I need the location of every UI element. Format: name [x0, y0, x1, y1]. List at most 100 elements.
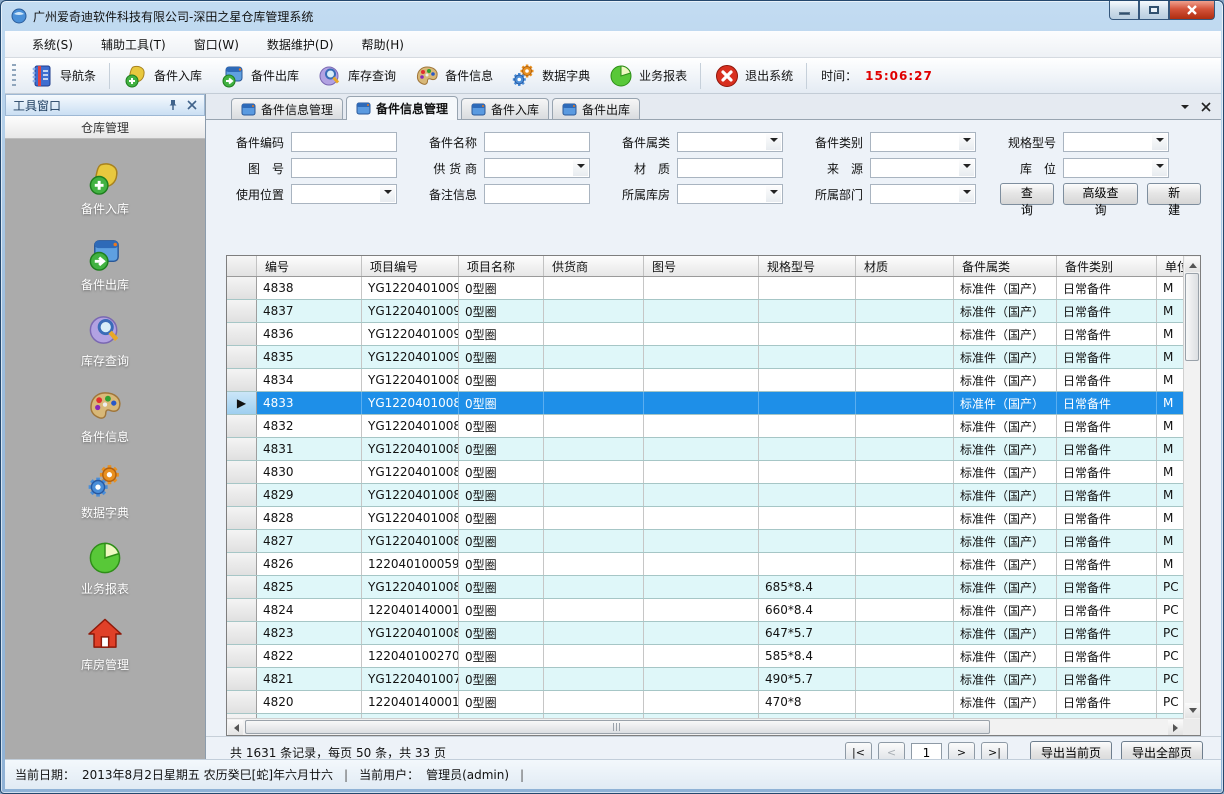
pin-icon[interactable] [167, 99, 179, 111]
toolbar-report-button[interactable]: 业务报表 [599, 60, 696, 92]
scroll-right-icon[interactable] [1168, 720, 1183, 735]
sidebar-item-warehouse-mgmt[interactable]: 库房管理 [15, 613, 195, 675]
use-position-select[interactable] [291, 184, 397, 204]
scroll-up-icon[interactable] [1185, 257, 1200, 272]
toolbar-data-dict-button[interactable]: 数据字典 [502, 60, 599, 92]
scroll-down-icon[interactable] [1185, 703, 1200, 718]
vertical-scrollbar[interactable] [1183, 256, 1200, 719]
maximize-button[interactable] [1139, 1, 1169, 20]
remark-input[interactable] [484, 184, 590, 204]
vertical-scrollbar-thumb[interactable] [1185, 273, 1199, 361]
chevron-down-icon [766, 186, 781, 202]
toolbar-stock-query-button[interactable]: 库存查询 [308, 60, 405, 92]
column-header[interactable]: 供货商 [544, 256, 644, 276]
table-row[interactable]: 4825YG122040100810型圈685*8.4标准件（国产）日常备件PC [227, 576, 1184, 599]
table-cell: 0型圈 [459, 415, 544, 437]
spare-type-select[interactable] [870, 132, 976, 152]
material-input[interactable] [677, 158, 783, 178]
tool-window-title: 工具窗口 [13, 97, 159, 114]
row-indicator [227, 323, 257, 345]
query-button[interactable]: 查询 [1000, 183, 1054, 205]
sidebar-item-spare-info[interactable]: 备件信息 [15, 385, 195, 447]
tab-dropdown-icon[interactable] [1181, 105, 1189, 113]
tab-spare-in[interactable]: 备件入库 [461, 98, 549, 119]
table-cell: 470*8 [759, 691, 856, 713]
minimize-button[interactable] [1109, 1, 1139, 20]
advanced-query-button[interactable]: 高级查询 [1063, 183, 1139, 205]
tool-window-header: 工具窗口 [5, 94, 205, 116]
sidebar-group-title[interactable]: 仓库管理 [5, 116, 205, 139]
spare-category-select[interactable] [677, 132, 783, 152]
toolbar-grip[interactable] [12, 64, 16, 88]
supplier-select[interactable] [484, 158, 590, 178]
close-button[interactable] [1169, 1, 1215, 20]
table-row[interactable]: 482012204014000130型圈470*8标准件（国产）日常备件PC [227, 691, 1184, 714]
location-select[interactable] [1063, 158, 1169, 178]
menu-data-maintenance[interactable]: 数据维护(D) [254, 32, 347, 57]
table-row[interactable]: 482612204010005990型圈标准件（国产）日常备件M [227, 553, 1184, 576]
table-cell: 日常备件 [1057, 300, 1157, 322]
menu-help[interactable]: 帮助(H) [349, 32, 417, 57]
table-row[interactable]: 4834YG122040100890型圈标准件（国产）日常备件M [227, 369, 1184, 392]
table-row[interactable]: 4835YG122040100900型圈标准件（国产）日常备件M [227, 346, 1184, 369]
column-header[interactable]: 编号 [257, 256, 362, 276]
sidebar-item-spare-in[interactable]: 备件入库 [15, 157, 195, 219]
toolbar-spare-in-button[interactable]: 备件入库 [114, 60, 211, 92]
table-row[interactable]: 4828YG122040100830型圈标准件（国产）日常备件M [227, 507, 1184, 530]
table-cell: 4834 [257, 369, 362, 391]
table-row[interactable]: 4831YG122040100860型圈标准件（国产）日常备件M [227, 438, 1184, 461]
horizontal-scrollbar-thumb[interactable] [245, 720, 990, 734]
tab-spare-info-mgmt-2[interactable]: 备件信息管理 [346, 96, 458, 120]
tab-spare-out[interactable]: 备件出库 [552, 98, 640, 119]
toolbar-exit-button[interactable]: 退出系统 [705, 60, 802, 92]
menu-window[interactable]: 窗口(W) [181, 32, 252, 57]
column-header[interactable]: 规格型号 [759, 256, 856, 276]
column-header[interactable]: 项目编号 [362, 256, 459, 276]
table-row[interactable]: 4832YG122040100870型圈标准件（国产）日常备件M [227, 415, 1184, 438]
sidebar-item-data-dict[interactable]: 数据字典 [15, 461, 195, 523]
close-panel-icon[interactable] [187, 100, 197, 110]
toolbar-spare-out-button[interactable]: 备件出库 [211, 60, 308, 92]
column-header[interactable]: 项目名称 [459, 256, 544, 276]
source-select[interactable] [870, 158, 976, 178]
spare-name-input[interactable] [484, 132, 590, 152]
menu-tools[interactable]: 辅助工具(T) [88, 32, 179, 57]
toolbar-navbar-button[interactable]: 导航条 [20, 60, 105, 92]
tab-close-icon[interactable] [1201, 102, 1211, 112]
column-header[interactable]: 备件属类 [954, 256, 1057, 276]
department-select[interactable] [870, 184, 976, 204]
table-row[interactable]: 4838YG122040100930型圈标准件（国产）日常备件M [227, 277, 1184, 300]
table-row[interactable]: ▶4833YG122040100880型圈标准件（国产）日常备件M [227, 392, 1184, 415]
warehouse-select[interactable] [677, 184, 783, 204]
sidebar-item-spare-out[interactable]: 备件出库 [15, 233, 195, 295]
toolbar-spare-info-button[interactable]: 备件信息 [405, 60, 502, 92]
table-row[interactable]: 4837YG122040100920型圈标准件（国产）日常备件M [227, 300, 1184, 323]
table-cell [544, 300, 644, 322]
table-cell: 4832 [257, 415, 362, 437]
table-row[interactable]: 4823YG122040100800型圈647*5.7标准件（国产）日常备件PC [227, 622, 1184, 645]
column-header[interactable]: 图号 [644, 256, 759, 276]
column-header[interactable]: 单位 [1157, 256, 1184, 276]
sidebar-item-stock-query[interactable]: 库存查询 [15, 309, 195, 371]
table-row[interactable]: 4821YG122040100790型圈490*5.7标准件（国产）日常备件PC [227, 668, 1184, 691]
spec-model-select[interactable] [1063, 132, 1169, 152]
table-row[interactable]: 4829YG122040100840型圈标准件（国产）日常备件M [227, 484, 1184, 507]
column-header[interactable]: 备件类别 [1057, 256, 1157, 276]
menu-system[interactable]: 系统(S) [19, 32, 86, 57]
table-row[interactable]: 4827YG122040100820型圈标准件（国产）日常备件M [227, 530, 1184, 553]
drawing-no-input[interactable] [291, 158, 397, 178]
table-row[interactable]: 482412204014000120型圈660*8.4标准件（国产）日常备件PC [227, 599, 1184, 622]
table-cell: 4821 [257, 668, 362, 690]
new-button[interactable]: 新建 [1147, 183, 1201, 205]
spare-code-input[interactable] [291, 132, 397, 152]
tab-spare-info-mgmt-1[interactable]: 备件信息管理 [231, 98, 343, 119]
horizontal-scrollbar[interactable] [227, 718, 1184, 735]
table-row[interactable]: 482212204010027000型圈585*8.4标准件（国产）日常备件PC [227, 645, 1184, 668]
sidebar-item-report[interactable]: 业务报表 [15, 537, 195, 599]
table-cell [856, 645, 954, 667]
scroll-left-icon[interactable] [228, 720, 243, 735]
column-header[interactable]: 材质 [856, 256, 954, 276]
table-row[interactable]: 4830YG122040100850型圈标准件（国产）日常备件M [227, 461, 1184, 484]
table-row[interactable]: 4836YG122040100910型圈标准件（国产）日常备件M [227, 323, 1184, 346]
table-cell [544, 622, 644, 644]
